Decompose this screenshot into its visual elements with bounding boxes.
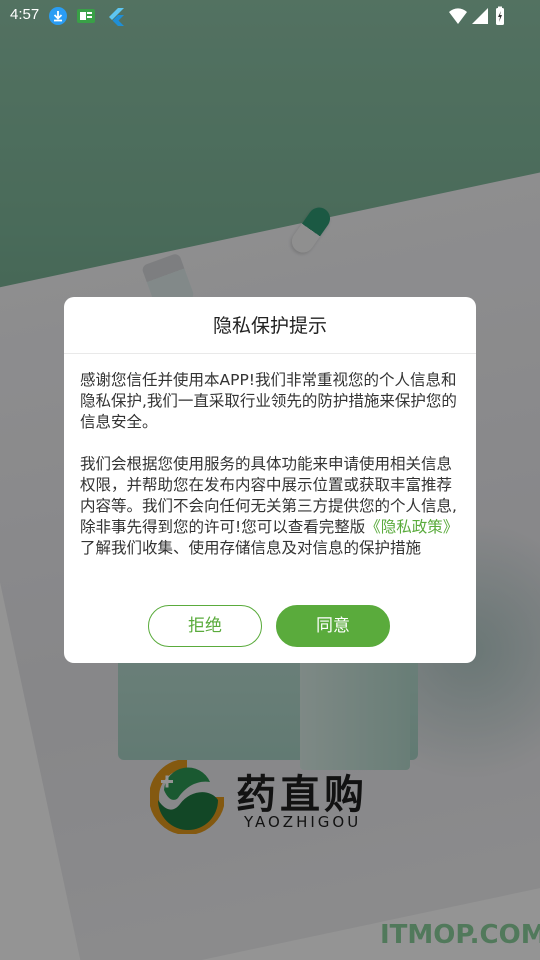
news-icon bbox=[77, 9, 95, 23]
privacy-policy-link[interactable]: 《隐私政策》 bbox=[365, 518, 458, 536]
wifi-icon bbox=[449, 8, 467, 24]
splash-screen: 药直购 YAOZHIGOU ITMOP.COM 4:57 隐私保护提示 感谢您信… bbox=[0, 0, 540, 960]
status-bar: 4:57 bbox=[0, 0, 540, 32]
privacy-dialog: 隐私保护提示 感谢您信任并使用本APP!我们非常重视您的个人信息和隐私保护,我们… bbox=[64, 297, 476, 663]
download-icon bbox=[49, 7, 67, 25]
privacy-paragraph-2-tail: 了解我们收集、使用存储信息及对信息的保护措施 bbox=[80, 539, 422, 557]
battery-icon bbox=[496, 6, 504, 25]
status-time: 4:57 bbox=[10, 6, 40, 23]
privacy-paragraph-2: 我们会根据您使用服务的具体功能来申请使用相关信息权限，并帮助您在发布内容中展示位… bbox=[80, 454, 462, 559]
dialog-divider bbox=[64, 353, 476, 354]
privacy-paragraph-1: 感谢您信任并使用本APP!我们非常重视您的个人信息和隐私保护,我们一直采取行业领… bbox=[80, 371, 457, 431]
agree-button[interactable]: 同意 bbox=[276, 605, 390, 647]
flutter-icon bbox=[109, 8, 124, 26]
dialog-title: 隐私保护提示 bbox=[212, 315, 327, 337]
reject-button[interactable]: 拒绝 bbox=[148, 605, 262, 647]
dialog-body: 感谢您信任并使用本APP!我们非常重视您的个人信息和隐私保护,我们一直采取行业领… bbox=[80, 370, 462, 580]
signal-icon bbox=[472, 8, 488, 24]
